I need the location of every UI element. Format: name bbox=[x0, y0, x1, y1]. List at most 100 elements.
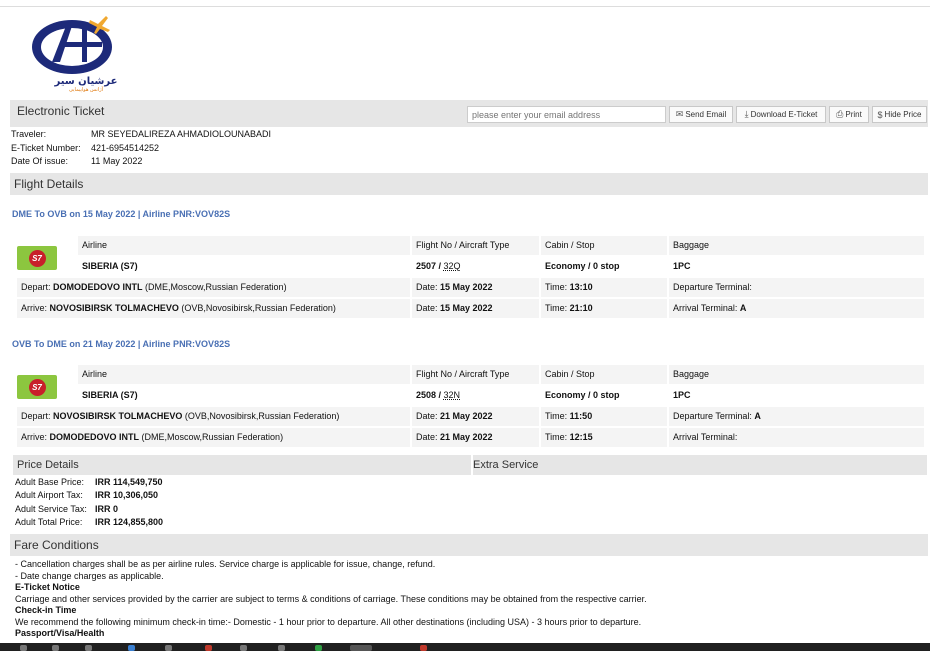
depart-time-cell: Time: 13:10 bbox=[541, 278, 667, 297]
arrive-time: 21:10 bbox=[569, 303, 593, 313]
arrive-label: Arrive: bbox=[21, 303, 50, 313]
price-details-bar: Price Details bbox=[13, 455, 471, 475]
email-input[interactable] bbox=[467, 106, 666, 123]
eticket-notice-heading: E-Ticket Notice bbox=[15, 582, 80, 592]
baggage-value: 1PC bbox=[669, 386, 924, 405]
brand-emblem-icon bbox=[32, 16, 112, 74]
taskbar-icon[interactable] bbox=[85, 645, 92, 651]
traveler-label: Traveler: bbox=[11, 129, 47, 139]
arrive-date: 15 May 2022 bbox=[440, 303, 493, 313]
arrive-date: 21 May 2022 bbox=[440, 432, 493, 442]
issue-date-value: 11 May 2022 bbox=[91, 156, 143, 166]
fare-line: - Cancellation charges shall be as per a… bbox=[15, 559, 436, 569]
ticket-number-value: 421-6954514252 bbox=[91, 143, 160, 153]
airline-name: SIBERIA (S7) bbox=[78, 257, 410, 276]
checkin-text: We recommend the following minimum check… bbox=[15, 617, 642, 627]
arrive-detail: (OVB,Novosibirsk,Russian Federation) bbox=[178, 303, 336, 313]
arrive-date-label: Date: bbox=[416, 303, 441, 313]
download-label: Download E-Ticket bbox=[750, 110, 818, 119]
arrive-time-label: Time: bbox=[545, 432, 570, 442]
col-airline-header: Airline bbox=[78, 236, 410, 255]
col-airline-header: Airline bbox=[78, 365, 410, 384]
taskbar-icon[interactable] bbox=[240, 645, 247, 651]
airline-name: SIBERIA (S7) bbox=[78, 386, 410, 405]
arrive-terminal-label: Arrival Terminal: bbox=[673, 432, 738, 442]
depart-terminal-cell: Departure Terminal: bbox=[669, 278, 924, 297]
taskbar-icon[interactable] bbox=[350, 645, 372, 651]
arrive-detail: (DME,Moscow,Russian Federation) bbox=[139, 432, 284, 442]
depart-cell: Depart: NOVOSIBIRSK TOLMACHEVO (OVB,Novo… bbox=[17, 407, 410, 426]
page-title: Electronic Ticket bbox=[17, 104, 105, 118]
taskbar-icon[interactable] bbox=[420, 645, 427, 651]
eticket-notice-text: Carriage and other services provided by … bbox=[15, 594, 647, 604]
depart-terminal: A bbox=[754, 411, 761, 421]
print-button[interactable]: ⎙ Print bbox=[829, 106, 869, 123]
arrive-terminal-cell: Arrival Terminal: bbox=[669, 428, 924, 447]
fare-conditions-bar: Fare Conditions bbox=[10, 534, 928, 556]
arrive-airport: NOVOSIBIRSK TOLMACHEVO bbox=[49, 303, 179, 313]
hide-price-button[interactable]: $ Hide Price bbox=[872, 106, 927, 123]
depart-time-label: Time: bbox=[545, 411, 570, 421]
segment-title: DME To OVB on 15 May 2022 | Airline PNR:… bbox=[12, 209, 231, 219]
price-value: IRR 124,855,800 bbox=[95, 517, 164, 527]
aircraft-type-link[interactable]: 32N bbox=[444, 390, 461, 400]
price-row: Adult Base Price: IRR 114,549,750 bbox=[15, 477, 163, 487]
arrive-time-cell: Time: 21:10 bbox=[541, 299, 667, 318]
depart-detail: (OVB,Novosibirsk,Russian Federation) bbox=[182, 411, 340, 421]
arrive-date-label: Date: bbox=[416, 432, 441, 442]
fare-conditions-title: Fare Conditions bbox=[14, 538, 99, 552]
flight-details-bar: Flight Details bbox=[10, 173, 928, 195]
depart-time-label: Time: bbox=[545, 282, 570, 292]
taskbar-icon[interactable] bbox=[205, 645, 212, 651]
arrive-cell: Arrive: DOMODEDOVO INTL (DME,Moscow,Russ… bbox=[17, 428, 410, 447]
depart-date-cell: Date: 21 May 2022 bbox=[412, 407, 539, 426]
depart-time: 13:10 bbox=[569, 282, 593, 292]
taskbar-icon[interactable] bbox=[278, 645, 285, 651]
taskbar-icon[interactable] bbox=[20, 645, 27, 651]
col-flight-header: Flight No / Aircraft Type bbox=[412, 365, 539, 384]
depart-terminal-cell: Departure Terminal: A bbox=[669, 407, 924, 426]
print-label: Print bbox=[845, 110, 862, 119]
dollar-icon: $ bbox=[877, 109, 883, 120]
col-baggage-header: Baggage bbox=[669, 236, 924, 255]
fare-line: - Date change charges as applicable. bbox=[15, 571, 164, 581]
depart-date-cell: Date: 15 May 2022 bbox=[412, 278, 539, 297]
taskbar-icon[interactable] bbox=[165, 645, 172, 651]
s7-icon: S7 bbox=[28, 249, 46, 267]
taskbar-icon[interactable] bbox=[128, 645, 135, 651]
flight-details-title: Flight Details bbox=[14, 177, 84, 191]
s7-icon: S7 bbox=[28, 378, 46, 396]
airline-logo: S7 bbox=[17, 375, 57, 399]
flight-number: 2507 / 32Q bbox=[412, 257, 539, 276]
arrive-time-cell: Time: 12:15 bbox=[541, 428, 667, 447]
aircraft-type-link[interactable]: 32Q bbox=[444, 261, 461, 271]
envelope-icon: ✉ bbox=[675, 109, 684, 119]
issue-date-label: Date Of issue: bbox=[11, 156, 69, 166]
arrive-terminal-cell: Arrival Terminal: A bbox=[669, 299, 924, 318]
arrive-terminal-label: Arrival Terminal: bbox=[673, 303, 740, 313]
download-icon: ⤓ bbox=[744, 109, 749, 119]
download-eticket-button[interactable]: ⤓ Download E-Ticket bbox=[736, 106, 826, 123]
brand-tagline: آژانس هواپیمایی bbox=[68, 87, 104, 93]
depart-detail: (DME,Moscow,Russian Federation) bbox=[142, 282, 287, 292]
send-email-button[interactable]: ✉ Send Email bbox=[669, 106, 733, 123]
depart-label: Depart: bbox=[21, 282, 54, 292]
price-value: IRR 0 bbox=[95, 504, 119, 514]
col-cabin-header: Cabin / Stop bbox=[541, 365, 667, 384]
price-label: Adult Base Price: bbox=[15, 477, 85, 487]
depart-terminal-label: Departure Terminal: bbox=[673, 282, 752, 292]
extra-service-bar: Extra Service bbox=[473, 455, 927, 475]
col-baggage-header: Baggage bbox=[669, 365, 924, 384]
depart-date: 21 May 2022 bbox=[440, 411, 493, 421]
taskbar-icon[interactable] bbox=[315, 645, 322, 651]
airline-logo: S7 bbox=[17, 246, 57, 270]
cabin-stop: Economy / 0 stop bbox=[541, 386, 667, 405]
arrive-date-cell: Date: 21 May 2022 bbox=[412, 428, 539, 447]
flight-number: 2508 / 32N bbox=[412, 386, 539, 405]
os-taskbar bbox=[0, 643, 930, 651]
taskbar-icon[interactable] bbox=[52, 645, 59, 651]
baggage-value: 1PC bbox=[669, 257, 924, 276]
passport-heading: Passport/Visa/Health bbox=[15, 628, 105, 638]
depart-date-label: Date: bbox=[416, 411, 441, 421]
arrive-time-label: Time: bbox=[545, 303, 570, 313]
